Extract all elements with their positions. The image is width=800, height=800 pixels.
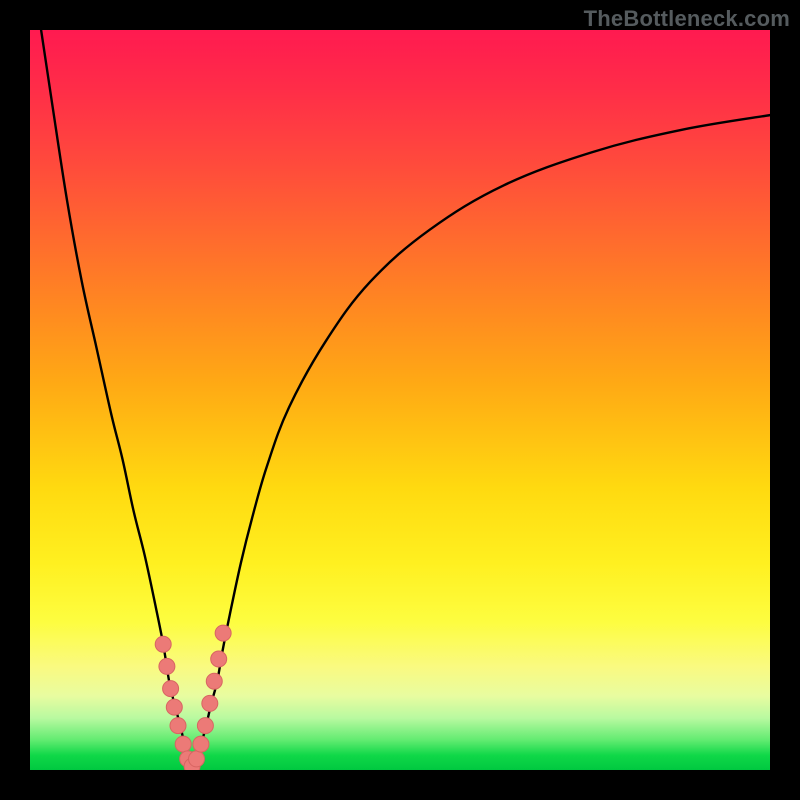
marker-point bbox=[197, 718, 213, 734]
plot-area bbox=[30, 30, 770, 770]
marker-point bbox=[211, 651, 227, 667]
curve-layer bbox=[30, 30, 770, 770]
marker-point bbox=[155, 636, 171, 652]
curve-right-branch bbox=[195, 115, 770, 763]
marker-point bbox=[202, 695, 218, 711]
bottleneck-curve bbox=[41, 30, 770, 763]
marker-point bbox=[193, 736, 209, 752]
marker-cluster bbox=[155, 625, 231, 770]
marker-point bbox=[189, 751, 205, 767]
chart-frame: TheBottleneck.com bbox=[0, 0, 800, 800]
marker-point bbox=[206, 673, 222, 689]
marker-point bbox=[159, 658, 175, 674]
marker-point bbox=[170, 718, 186, 734]
curve-left-branch bbox=[41, 30, 190, 763]
watermark-text: TheBottleneck.com bbox=[584, 6, 790, 32]
marker-point bbox=[215, 625, 231, 641]
marker-point bbox=[175, 736, 191, 752]
marker-point bbox=[166, 699, 182, 715]
marker-point bbox=[163, 681, 179, 697]
